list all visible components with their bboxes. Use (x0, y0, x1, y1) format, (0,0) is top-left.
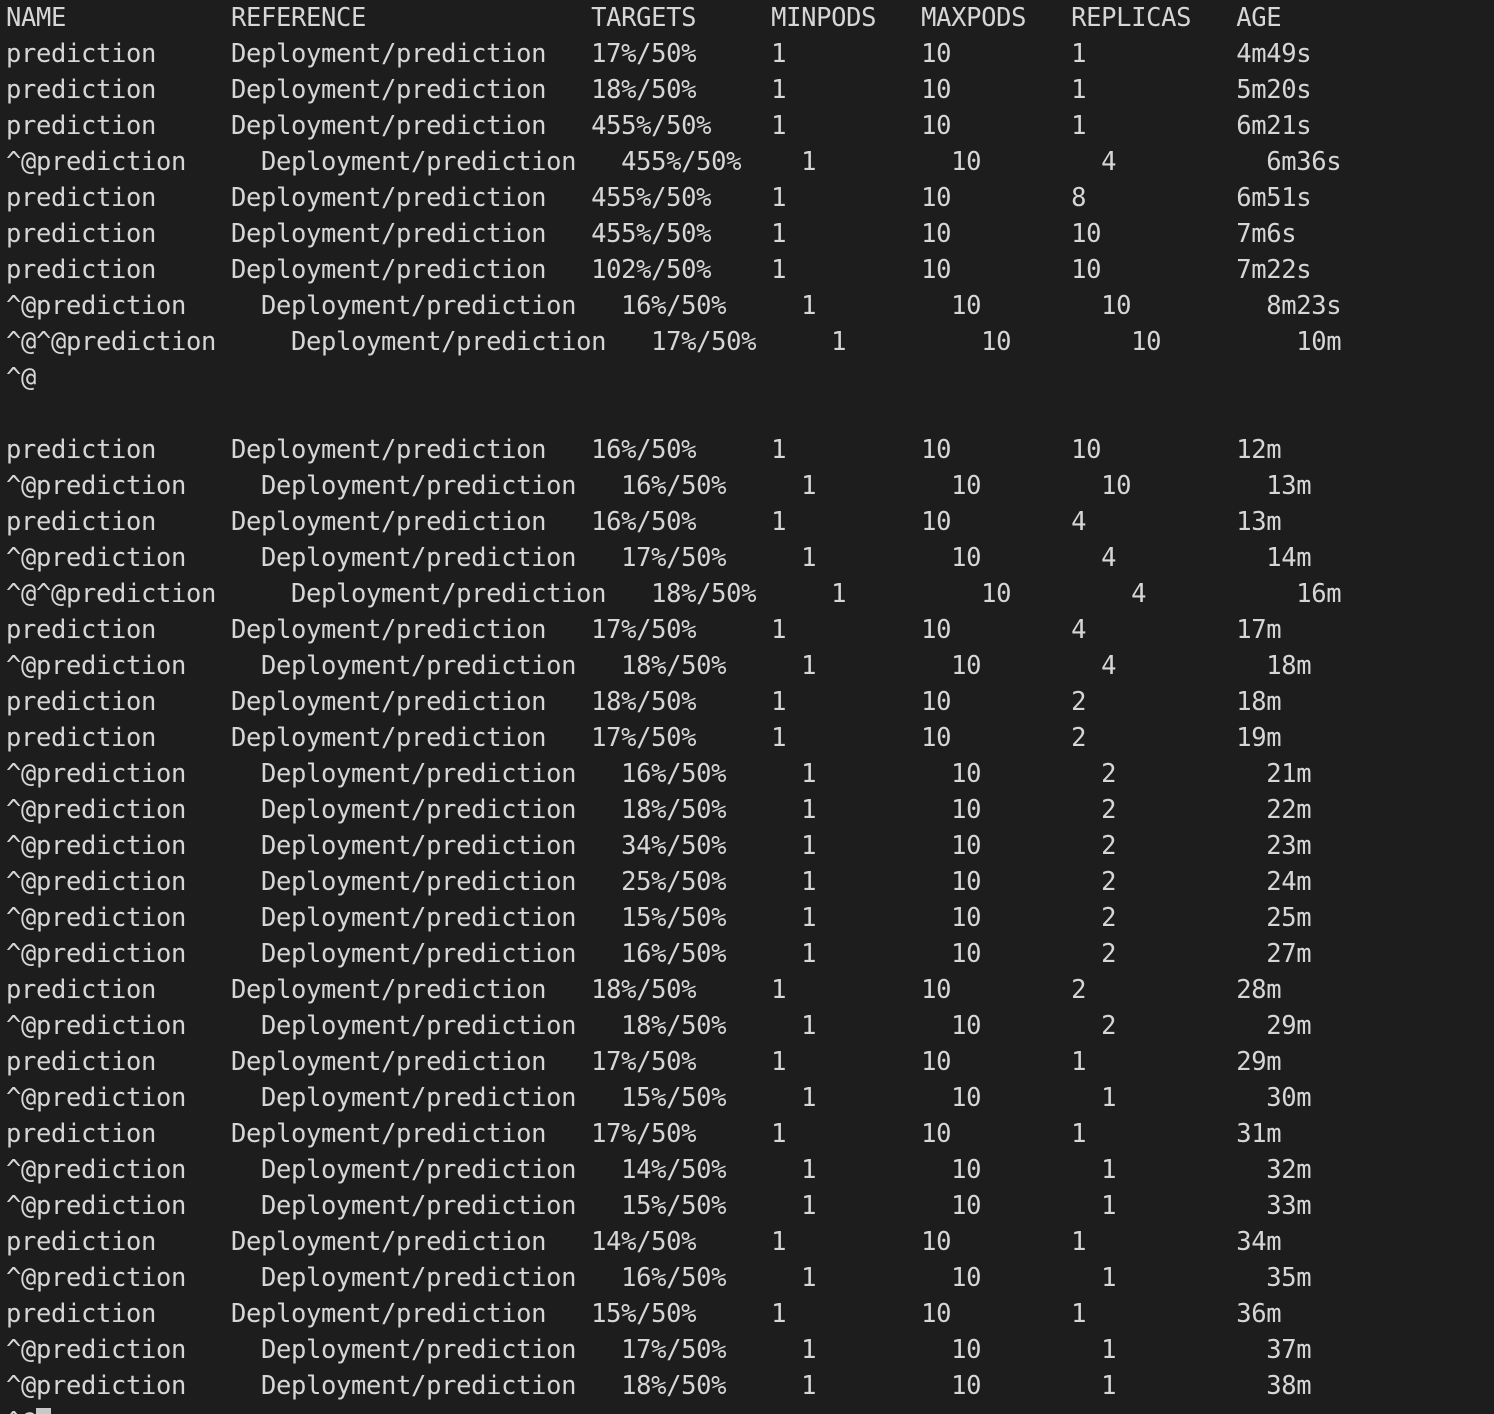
table-row: ^@^@prediction Deployment/prediction 18%… (6, 579, 1342, 609)
table-row: prediction Deployment/prediction 15%/50%… (6, 1299, 1282, 1329)
table-row: prediction Deployment/prediction 17%/50%… (6, 615, 1282, 645)
table-row: ^@prediction Deployment/prediction 16%/5… (6, 471, 1312, 501)
table-row: prediction Deployment/prediction 455%/50… (6, 183, 1312, 213)
table-row: ^@prediction Deployment/prediction 16%/5… (6, 291, 1342, 321)
table-row: ^@prediction Deployment/prediction 18%/5… (6, 1371, 1312, 1401)
table-row: ^@prediction Deployment/prediction 17%/5… (6, 1335, 1312, 1365)
table-row: prediction Deployment/prediction 18%/50%… (6, 687, 1282, 717)
table-row: ^@prediction Deployment/prediction 16%/5… (6, 1263, 1312, 1293)
table-row: ^@prediction Deployment/prediction 15%/5… (6, 1083, 1312, 1113)
terminal-screen[interactable]: NAME REFERENCE TARGETS MINPODS MAXPODS R… (0, 0, 1494, 1414)
table-row: ^@prediction Deployment/prediction 34%/5… (6, 831, 1312, 861)
table-row: prediction Deployment/prediction 17%/50%… (6, 1119, 1282, 1149)
prompt-text: ^@ (6, 1407, 36, 1414)
table-row: prediction Deployment/prediction 102%/50… (6, 255, 1312, 285)
table-row: prediction Deployment/prediction 17%/50%… (6, 723, 1282, 753)
prompt-line[interactable]: ^@ (0, 1404, 1494, 1414)
table-row: prediction Deployment/prediction 18%/50%… (6, 975, 1282, 1005)
text-cursor (36, 1408, 52, 1414)
table-row: ^@prediction Deployment/prediction 455%/… (6, 147, 1342, 177)
table-row: ^@prediction Deployment/prediction 15%/5… (6, 903, 1312, 933)
blank-row (0, 396, 1494, 432)
table-row: prediction Deployment/prediction 455%/50… (6, 111, 1312, 141)
table-row: prediction Deployment/prediction 17%/50%… (6, 39, 1312, 69)
terminal-output-rows: prediction Deployment/prediction 17%/50%… (0, 36, 1494, 1404)
table-row: prediction Deployment/prediction 16%/50%… (6, 435, 1282, 465)
table-row: prediction Deployment/prediction 18%/50%… (6, 75, 1312, 105)
table-row: ^@prediction Deployment/prediction 18%/5… (6, 1011, 1312, 1041)
table-row: ^@prediction Deployment/prediction 18%/5… (6, 651, 1312, 681)
table-header-row: NAME REFERENCE TARGETS MINPODS MAXPODS R… (6, 3, 1282, 33)
table-row: prediction Deployment/prediction 14%/50%… (6, 1227, 1282, 1257)
table-row: prediction Deployment/prediction 455%/50… (6, 219, 1297, 249)
table-row: ^@prediction Deployment/prediction 17%/5… (6, 543, 1312, 573)
table-row: ^@prediction Deployment/prediction 14%/5… (6, 1155, 1312, 1185)
table-row: ^@prediction Deployment/prediction 15%/5… (6, 1191, 1312, 1221)
table-row: ^@prediction Deployment/prediction 16%/5… (6, 939, 1312, 969)
table-row: prediction Deployment/prediction 16%/50%… (6, 507, 1282, 537)
table-row: ^@prediction Deployment/prediction 18%/5… (6, 795, 1312, 825)
table-row: prediction Deployment/prediction 17%/50%… (6, 1047, 1282, 1077)
table-row: ^@^@prediction Deployment/prediction 17%… (6, 327, 1342, 357)
table-row: ^@prediction Deployment/prediction 16%/5… (6, 759, 1312, 789)
table-row: ^@prediction Deployment/prediction 25%/5… (6, 867, 1312, 897)
blank-row: ^@ (6, 363, 37, 393)
